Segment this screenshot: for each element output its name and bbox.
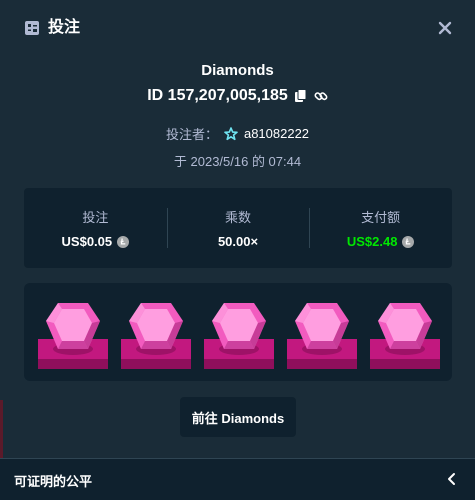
stat-value: US$2.48 <box>347 234 415 249</box>
gem-tile <box>121 303 191 369</box>
gem-result-board <box>24 283 452 381</box>
stat-value: US$0.05 <box>62 234 130 249</box>
stat-value: 50.00× <box>218 234 258 249</box>
stat-multiplier: 乘数 50.00× <box>166 188 310 268</box>
go-to-game-button[interactable]: 前往 Diamonds <box>180 397 296 437</box>
copy-icon[interactable] <box>294 89 308 103</box>
provably-fair-label: 可证明的公平 <box>14 474 93 489</box>
stat-label: 支付额 <box>361 210 401 225</box>
bet-date: 于 2023/5/16 的 07:44 <box>173 154 302 169</box>
bet-stats-panel: 投注 US$0.05 乘数 50.00× 支付额 US$2.48 <box>24 188 452 268</box>
bettor-label: 投注者： <box>165 127 218 142</box>
bet-slip-icon <box>25 21 39 35</box>
bet-id: ID 157,207,005,185 <box>147 87 288 104</box>
close-icon[interactable] <box>435 18 455 38</box>
bet-id-row: ID 157,207,005,185 <box>0 87 475 105</box>
bet-amount-value: US$0.05 <box>61 234 113 249</box>
gem-tile <box>370 303 440 369</box>
modal-header: 投注 <box>0 0 475 56</box>
payout-value: US$2.48 <box>346 234 398 249</box>
gem-tile <box>204 303 274 369</box>
litecoin-icon <box>117 235 130 248</box>
litecoin-icon <box>402 235 415 248</box>
bettor-row: 投注者： a81082222 <box>0 124 475 143</box>
chevron-left-icon[interactable] <box>445 472 459 486</box>
provably-fair-footer[interactable]: 可证明的公平 <box>0 458 475 500</box>
bettor-name[interactable]: a81082222 <box>244 126 309 141</box>
link-icon[interactable] <box>314 89 328 103</box>
stat-payout: 支付额 US$2.48 <box>309 188 452 268</box>
modal-title: 投注 <box>48 19 81 36</box>
game-name: Diamonds <box>201 62 274 79</box>
multiplier-value: 50.00× <box>217 234 259 249</box>
stat-label: 投注 <box>82 210 109 225</box>
stat-label: 乘数 <box>225 210 252 225</box>
gem-tile <box>287 303 357 369</box>
gem-tile <box>38 303 108 369</box>
stat-bet-amount: 投注 US$0.05 <box>24 188 167 268</box>
vip-star-icon <box>224 126 238 140</box>
